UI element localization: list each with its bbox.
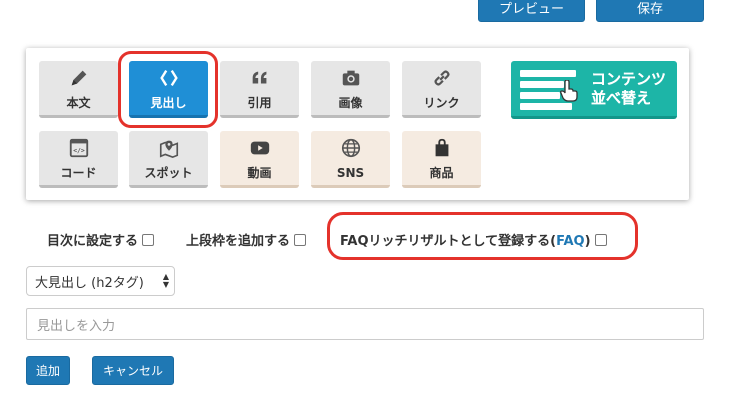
tile-label: 画像 (338, 95, 363, 110)
faq-option-highlight (327, 212, 638, 260)
code-window-icon: </> (68, 137, 90, 162)
border-label: 上段枠を追加する (186, 234, 291, 249)
heading-text-input[interactable]: 見出しを入力 (26, 308, 704, 340)
tile-label: 引用 (247, 95, 272, 110)
tile-label: SNS (336, 165, 365, 180)
code-brackets-icon (158, 67, 180, 92)
heading-input-placeholder: 見出しを入力 (37, 318, 116, 334)
save-button[interactable]: 保存 (596, 0, 704, 22)
tile-heading[interactable]: 見出し (129, 61, 208, 118)
tile-label: スポット (144, 165, 193, 180)
quote-icon (249, 67, 271, 92)
map-pin-icon (158, 137, 180, 162)
tile-product[interactable]: 商品 (402, 131, 481, 188)
select-arrows-icon: ▲ ▼ (162, 272, 169, 289)
reorder-label: コンテンツ 並べ替え (591, 70, 666, 108)
preview-button[interactable]: プレビュー (478, 0, 585, 22)
reorder-label-line2: 並べ替え (591, 89, 652, 107)
cancel-button[interactable]: キャンセル (92, 356, 174, 385)
tile-link[interactable]: リンク (402, 61, 481, 118)
tile-label: リンク (423, 95, 460, 110)
youtube-icon (249, 137, 271, 162)
hand-pointer-icon (560, 79, 578, 106)
tile-spot[interactable]: スポット (129, 131, 208, 188)
heading-level-value: 大見出し (h2タグ) (35, 275, 144, 291)
link-icon (431, 67, 453, 92)
border-option: 上段枠を追加する (186, 230, 307, 249)
tile-sns[interactable]: SNS (311, 131, 390, 188)
tile-code[interactable]: </> コード (39, 131, 118, 188)
camera-icon (340, 67, 362, 92)
tile-label: コード (60, 165, 97, 180)
toc-label: 目次に設定する (47, 234, 139, 249)
tile-quote[interactable]: 引用 (220, 61, 299, 118)
reorder-content-button[interactable]: コンテンツ 並べ替え (511, 61, 677, 119)
globe-icon (340, 137, 362, 162)
tile-video[interactable]: 動画 (220, 131, 299, 188)
add-button[interactable]: 追加 (26, 356, 70, 385)
pencil-icon (68, 67, 90, 92)
svg-text:</>: </> (73, 146, 85, 154)
shopping-bag-icon (431, 137, 453, 162)
toc-checkbox[interactable] (142, 233, 155, 246)
tile-label: 見出し (150, 95, 187, 110)
toc-option: 目次に設定する (47, 230, 155, 249)
tile-label: 動画 (247, 165, 272, 180)
heading-level-select[interactable]: 大見出し (h2タグ) ▲ ▼ (26, 266, 175, 296)
tile-body-text[interactable]: 本文 (39, 61, 118, 118)
border-checkbox[interactable] (294, 233, 307, 246)
tile-label: 本文 (66, 95, 91, 110)
tile-image[interactable]: 画像 (311, 61, 390, 118)
tile-label: 商品 (429, 165, 454, 180)
reorder-label-line1: コンテンツ (591, 70, 667, 88)
